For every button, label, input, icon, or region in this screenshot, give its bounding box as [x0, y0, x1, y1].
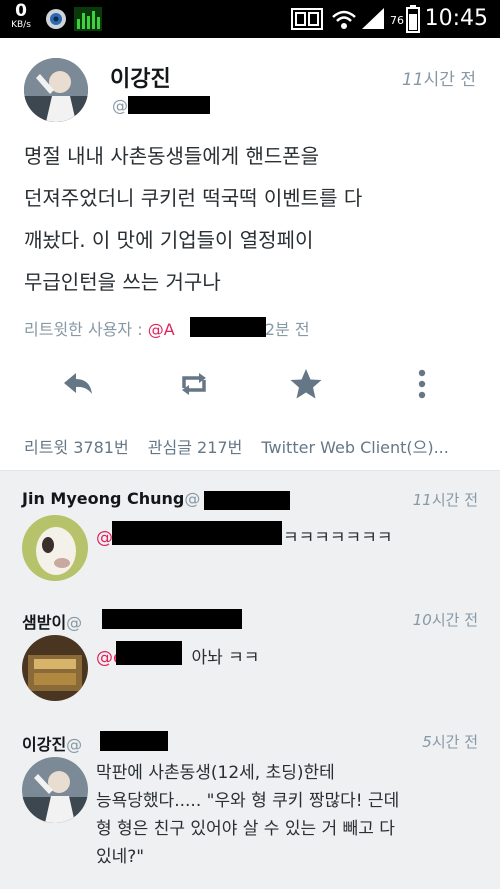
favorite-icon[interactable] [288, 366, 324, 402]
retweet-count[interactable]: 리트윗 3781번 [24, 438, 129, 457]
reply-time: 5시간 전 [422, 733, 478, 751]
reply-text-line: 막판에 사촌동생(12세, 초딩)한테 [96, 763, 335, 783]
reply-mention[interactable]: @ [96, 528, 113, 548]
reply-author-handle: @ [184, 489, 201, 508]
status-bar: 0 KB/s 76 10:45 [0, 0, 500, 38]
reply-author-handle: @ [66, 613, 83, 632]
redaction-bar [204, 491, 290, 510]
network-speed: 0 KB/s [6, 3, 36, 30]
tweet-text: 명절 내내 사촌동생들에게 핸드폰을 던져주었더니 쿠키런 떡국떡 이벤트를 다… [24, 135, 484, 303]
reply-text-line: 형 형은 친구 있어야 살 수 있는 거 빼고 다 [96, 819, 395, 839]
tweet-text-line: 던져주었더니 쿠키런 떡국떡 이벤트를 다 [24, 186, 363, 210]
reply-icon[interactable] [60, 366, 96, 402]
battery-percent: 76 [390, 14, 404, 27]
speed-value: 0 [15, 1, 27, 21]
redaction-bar [102, 609, 242, 629]
reply-author[interactable]: 샘받이@ [22, 609, 82, 633]
redaction-bar [128, 96, 210, 114]
redaction-bar [112, 521, 282, 545]
tweet-text-line: 깨놨다. 이 맛에 기업들이 열정페이 [24, 228, 314, 252]
speed-unit: KB/s [11, 20, 31, 30]
reply-text-line: 능욕당했다..... "우와 형 쿠키 짱많다! 근데 [96, 791, 400, 811]
screen-mirror-icon [291, 8, 323, 30]
more-icon[interactable] [404, 366, 440, 402]
reply-author[interactable]: 이강진@ [22, 731, 82, 755]
reply-time: 11시간 전 [412, 491, 478, 509]
tweet-stats: 리트윗 3781번 관심글 217번 Twitter Web Client(으)… [24, 434, 494, 458]
reply-text: 막판에 사촌동생(12세, 초딩)한테 능욕당했다..... "우와 형 쿠키 … [96, 759, 399, 871]
reply-avatar[interactable] [22, 757, 88, 823]
tweet-text-line: 명절 내내 사촌동생들에게 핸드폰을 [24, 144, 320, 168]
retweet-time: 2분 전 [264, 320, 310, 339]
reply-author-name: Jin Myeong Chung [22, 489, 185, 508]
retweeter-handle[interactable]: @A [148, 320, 175, 339]
user-name[interactable]: 이강진 [110, 61, 171, 93]
camera-app-icon [46, 9, 66, 29]
main-tweet: 이강진 @ 11시간 전 명절 내내 사촌동생들에게 핸드폰을 던져주었더니 쿠… [0, 38, 500, 470]
tweet-client: Twitter Web Client(으)... [261, 438, 449, 457]
reply-author-name: 이강진 [22, 735, 67, 754]
reply-message: 아놔 ㅋㅋ [191, 648, 260, 668]
clock: 10:45 [424, 6, 488, 31]
battery-icon [406, 5, 420, 33]
user-photo [22, 757, 88, 823]
tweet-text-line: 무급인턴을 쓰는 거구나 [24, 270, 221, 294]
redaction-bar [100, 731, 168, 751]
reply-avatar[interactable] [22, 515, 88, 581]
redaction-bar [116, 641, 182, 665]
reply-list: Jin Myeong Chung@ 11시간 전 @ ㅋㅋㅋㅋㅋㅋㅋ 샘받이@ 1… [0, 470, 500, 889]
reply-text-line: 있네?" [96, 847, 145, 867]
user-photo [24, 58, 88, 122]
tweet-time: 11시간 전 [402, 70, 476, 90]
retweeted-by-label: 리트윗한 사용자 : [24, 320, 143, 339]
user-photo [22, 515, 88, 581]
reply-author[interactable]: Jin Myeong Chung@ [22, 489, 200, 508]
avatar[interactable] [24, 58, 88, 122]
reply-message: ㅋㅋㅋㅋㅋㅋㅋ [283, 528, 393, 548]
user-photo [22, 635, 88, 701]
signal-icon [362, 8, 384, 29]
user-handle[interactable]: @ [112, 96, 128, 115]
reply-author-handle: @ [66, 735, 83, 754]
favorite-count[interactable]: 관심글 217번 [148, 438, 243, 457]
equalizer-app-icon [74, 7, 102, 31]
retweet-icon[interactable] [176, 366, 212, 402]
retweeted-by: 리트윗한 사용자 : @A 2분 전 [24, 316, 310, 340]
reply-time: 10시간 전 [412, 611, 478, 629]
reply-author-name: 샘받이 [22, 613, 67, 632]
reply-avatar[interactable] [22, 635, 88, 701]
wifi-icon [332, 10, 356, 29]
redaction-bar [190, 317, 266, 337]
